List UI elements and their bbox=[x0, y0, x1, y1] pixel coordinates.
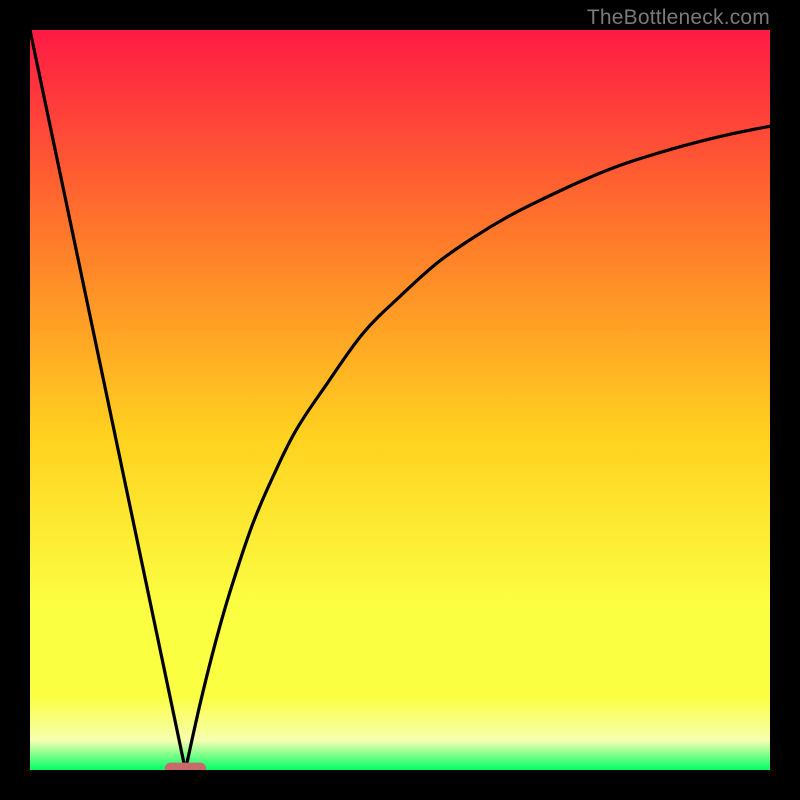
gradient-background bbox=[30, 30, 770, 770]
chart-frame bbox=[30, 30, 770, 770]
bottleneck-chart bbox=[30, 30, 770, 770]
watermark-text: TheBottleneck.com bbox=[587, 6, 770, 30]
minimum-marker bbox=[165, 763, 206, 770]
